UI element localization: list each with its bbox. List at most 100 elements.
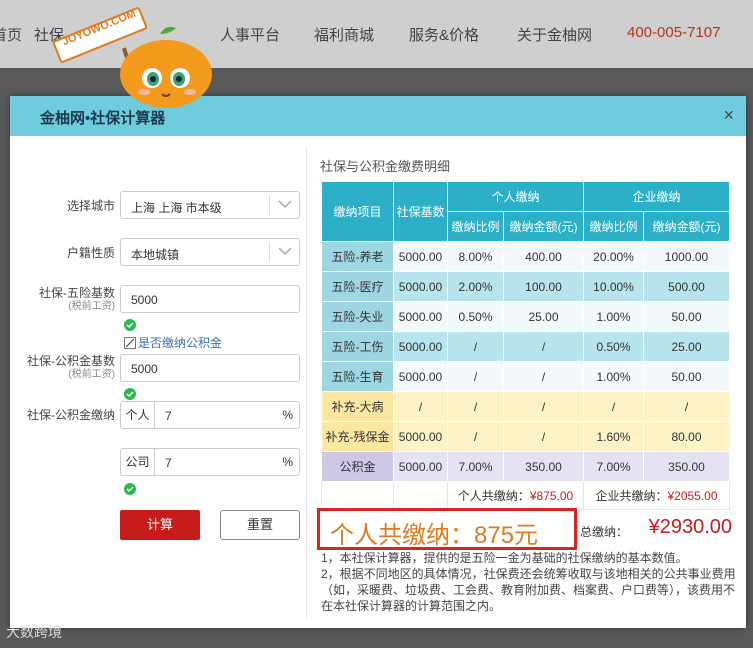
row-item: 补充-大病 (321, 391, 394, 422)
column-divider (306, 148, 307, 618)
company-rate-input[interactable]: 公司 7 % (120, 448, 300, 476)
row-base: / (393, 391, 448, 422)
row-company-amount: 50.00 (643, 361, 730, 392)
row-company-rate: 1.00% (583, 361, 644, 392)
row-personal-amount: 100.00 (503, 271, 584, 302)
hukou-label: 户籍性质 (66, 246, 115, 260)
row-base: 5000.00 (393, 331, 448, 362)
row-personal-rate: 0.50% (447, 301, 504, 332)
nav-item-services-price[interactable]: 服务&价格 (409, 24, 479, 45)
fund-checkbox-label: 是否缴纳公积金 (138, 336, 223, 350)
row-company-rate: 0.50% (583, 331, 644, 362)
annotation-callout: 个人共缴纳：875元 (317, 508, 577, 550)
row-item: 五险-工伤 (321, 331, 394, 362)
row-company-amount: 1000.00 (643, 241, 730, 272)
nav-item-about[interactable]: 关于金柚网 (517, 24, 592, 45)
check-circle-icon (124, 319, 136, 331)
row-company-rate: 20.00% (583, 241, 644, 272)
si-base-label-text: 社保-五险基数 (39, 286, 115, 300)
row-base: 5000.00 (393, 451, 448, 482)
row-item: 公积金 (321, 451, 394, 482)
fund-checkbox-row[interactable]: 是否缴纳公积金 (124, 334, 222, 351)
fund-base-sublabel: (税前工资) (68, 369, 115, 380)
notes: 1，本社保计算器，提供的是五险一金为基础的社保缴纳的基本数值。 2，根据不同地区… (321, 550, 741, 614)
nav-item-home[interactable]: 首页 (0, 24, 22, 45)
table-row: 公积金 5000.00 7.00% 350.00 7.00% 350.00 (321, 451, 730, 482)
row-company-amount: 50.00 (643, 301, 730, 332)
si-base-label: 社保-五险基数 (税前工资) (5, 286, 115, 314)
close-icon[interactable]: × (723, 105, 734, 126)
row-item: 补充-残保金 (321, 421, 394, 452)
row-base: 5000.00 (393, 301, 448, 332)
col-header-personal-amount: 缴纳金额(元) (503, 211, 584, 242)
annotation-text: 个人共缴纳：875元 (330, 522, 539, 549)
si-base-sublabel: (税前工资) (68, 301, 115, 312)
row-company-amount: / (643, 391, 730, 422)
col-header-base: 社保基数 (393, 181, 448, 242)
personal-rate-input[interactable]: 个人 7 % (120, 401, 300, 429)
fund-base-label: 社保-公积金基数 (税前工资) (5, 354, 115, 382)
row-personal-amount: 400.00 (503, 241, 584, 272)
row-company-rate: 7.00% (583, 451, 644, 482)
row-personal-amount: 350.00 (503, 451, 584, 482)
col-header-company-amount: 缴纳金额(元) (643, 211, 730, 242)
totals-row: 个人共缴纳：¥875.00 企业共缴纳：¥2055.00 (321, 481, 730, 510)
fund-base-input[interactable]: 5000 (120, 354, 300, 382)
personal-rate-value: 7 (165, 409, 172, 423)
watermark: 大数跨境 (6, 624, 62, 640)
row-personal-amount: 25.00 (503, 301, 584, 332)
fund-base-value: 5000 (131, 362, 158, 376)
reset-button[interactable]: 重置 (220, 510, 300, 540)
company-rate-prefix: 公司 (121, 449, 155, 475)
row-personal-rate: / (447, 391, 504, 422)
row-company-amount: 25.00 (643, 331, 730, 362)
table-row: 五险-失业 5000.00 0.50% 25.00 1.00% 50.00 (321, 301, 730, 332)
detail-title: 社保与公积金缴费明细 (320, 159, 451, 174)
percent-unit: % (282, 455, 293, 469)
row-item: 五险-失业 (321, 301, 394, 332)
company-total-cell: 企业共缴纳：¥2055.00 (583, 481, 730, 510)
city-label: 选择城市 (66, 199, 115, 213)
col-header-personal-rate: 缴纳比例 (447, 211, 504, 242)
col-header-item: 缴纳项目 (321, 181, 394, 242)
row-personal-rate: / (447, 331, 504, 362)
check-circle-icon (124, 483, 136, 495)
personal-total-cell: 个人共缴纳：¥875.00 (447, 481, 584, 510)
row-item: 五险-养老 (321, 241, 394, 272)
table-row: 补充-残保金 5000.00 / / 1.60% 80.00 (321, 421, 730, 452)
row-company-rate: 1.00% (583, 301, 644, 332)
row-company-amount: 350.00 (643, 451, 730, 482)
row-personal-rate: 8.00% (447, 241, 504, 272)
nav-item-hr-platform[interactable]: 人事平台 (220, 24, 280, 45)
personal-total-label: 个人共缴纳： (457, 489, 530, 503)
col-header-company-rate: 缴纳比例 (583, 211, 644, 242)
checkbox-icon[interactable] (124, 337, 136, 349)
nav-item-welfare-mall[interactable]: 福利商城 (314, 24, 374, 45)
row-personal-amount: / (503, 361, 584, 392)
row-company-rate: / (583, 391, 644, 422)
hukou-select-value: 本地城镇 (131, 248, 180, 262)
city-select[interactable]: 上海 上海 市本级 (120, 191, 300, 219)
row-item: 五险-医疗 (321, 271, 394, 302)
row-base: 5000.00 (393, 241, 448, 272)
si-base-input[interactable]: 5000 (120, 285, 300, 313)
chevron-down-icon (269, 242, 299, 262)
row-personal-rate: / (447, 361, 504, 392)
table-row: 五险-养老 5000.00 8.00% 400.00 20.00% 1000.0… (321, 241, 730, 272)
company-rate-value: 7 (165, 456, 172, 470)
grand-total-value: ¥2930.00 (648, 516, 732, 538)
table-row: 五险-生育 5000.00 / / 1.00% 50.00 (321, 361, 730, 392)
row-base: 5000.00 (393, 421, 448, 452)
check-circle-icon (124, 388, 136, 400)
row-company-amount: 500.00 (643, 271, 730, 302)
row-personal-amount: / (503, 391, 584, 422)
hotline-phone: 400-005-7107 (627, 24, 721, 41)
contribution-table: 缴纳项目 社保基数 个人缴纳 企业缴纳 缴纳比例 缴纳金额(元) 缴纳比例 缴纳… (321, 181, 730, 510)
calculate-button[interactable]: 计算 (120, 510, 200, 540)
note-line-2: 2，根据不同地区的具体情况，社保费还会统筹收取与该地相关的公共事业费用（如，采暖… (321, 567, 736, 613)
company-total-label: 企业共缴纳： (595, 489, 668, 503)
fund-base-label-text: 社保-公积金基数 (27, 354, 115, 368)
totals-empty-2 (393, 481, 448, 510)
row-company-amount: 80.00 (643, 421, 730, 452)
hukou-select[interactable]: 本地城镇 (120, 238, 300, 266)
